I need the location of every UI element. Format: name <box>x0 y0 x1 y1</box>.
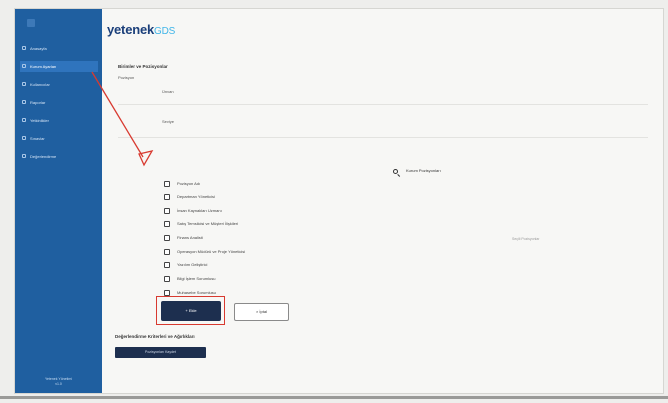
annotation-arrow-icon <box>91 71 154 167</box>
scan-edge <box>0 396 668 399</box>
